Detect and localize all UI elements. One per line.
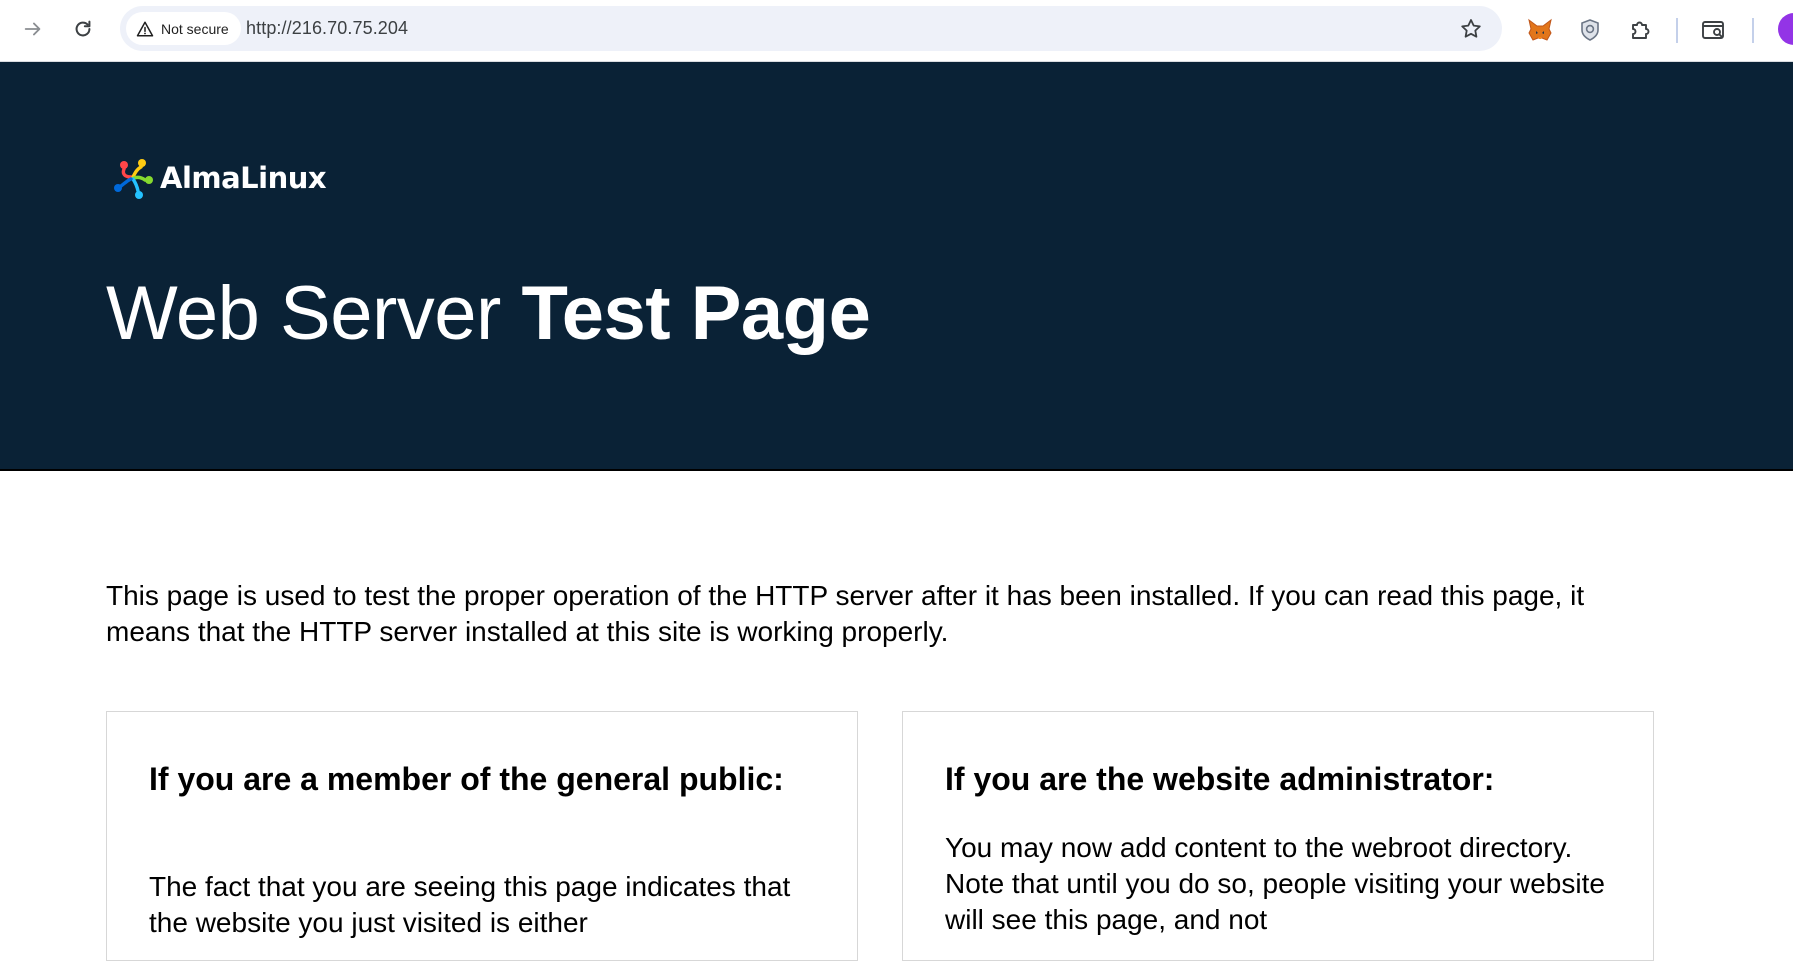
profile-avatar[interactable] [1778,13,1793,45]
intro-paragraph: This page is used to test the proper ope… [106,580,1585,647]
bookmark-button[interactable] [1456,14,1486,44]
reload-button[interactable] [67,13,99,45]
almalinux-logo: AlmaLinux [110,156,327,200]
security-chip[interactable]: Not secure [126,12,241,45]
address-bar[interactable]: Not secure http://216.70.75.204 [120,6,1502,51]
browser-toolbar: Not secure http://216.70.75.204 [0,0,1793,62]
toolbar-divider [1676,18,1678,43]
fox-extension-button[interactable] [1523,13,1557,47]
admin-card-body: You may now add content to the webroot d… [945,832,1605,935]
logo-text: AlmaLinux [160,161,327,195]
warning-icon [136,21,154,36]
public-card-heading: If you are a member of the general publi… [149,761,784,797]
bookmark-star-icon [1461,19,1481,38]
reload-icon [75,20,91,37]
forward-arrow-icon [24,22,41,36]
admin-info-card: If you are the website administrator: Yo… [902,711,1654,961]
puzzle-extensions-icon [1632,21,1650,39]
almalinux-flower-icon [114,159,153,199]
page-title: Web Server Test Page [106,270,871,357]
security-label: Not secure [161,20,229,37]
page-title-bold: Test Page [521,271,871,356]
page-title-light: Web Server [106,271,522,356]
toolbar-divider [1752,18,1754,43]
shield-extension-icon [1581,19,1599,41]
search-tabs-button[interactable] [1697,13,1731,47]
public-card-body: The fact that you are seeing this page i… [149,871,791,938]
forward-button[interactable] [17,13,49,45]
admin-card-heading: If you are the website administrator: [945,761,1495,797]
hero-banner: AlmaLinux Web Server Test Page [0,62,1793,471]
search-tabs-icon [1702,21,1724,39]
url-text[interactable]: http://216.70.75.204 [246,6,408,51]
fox-extension-icon [1528,18,1552,41]
extensions-button[interactable] [1624,13,1658,47]
public-info-card: If you are a member of the general publi… [106,711,858,961]
shield-extension-button[interactable] [1573,13,1607,47]
